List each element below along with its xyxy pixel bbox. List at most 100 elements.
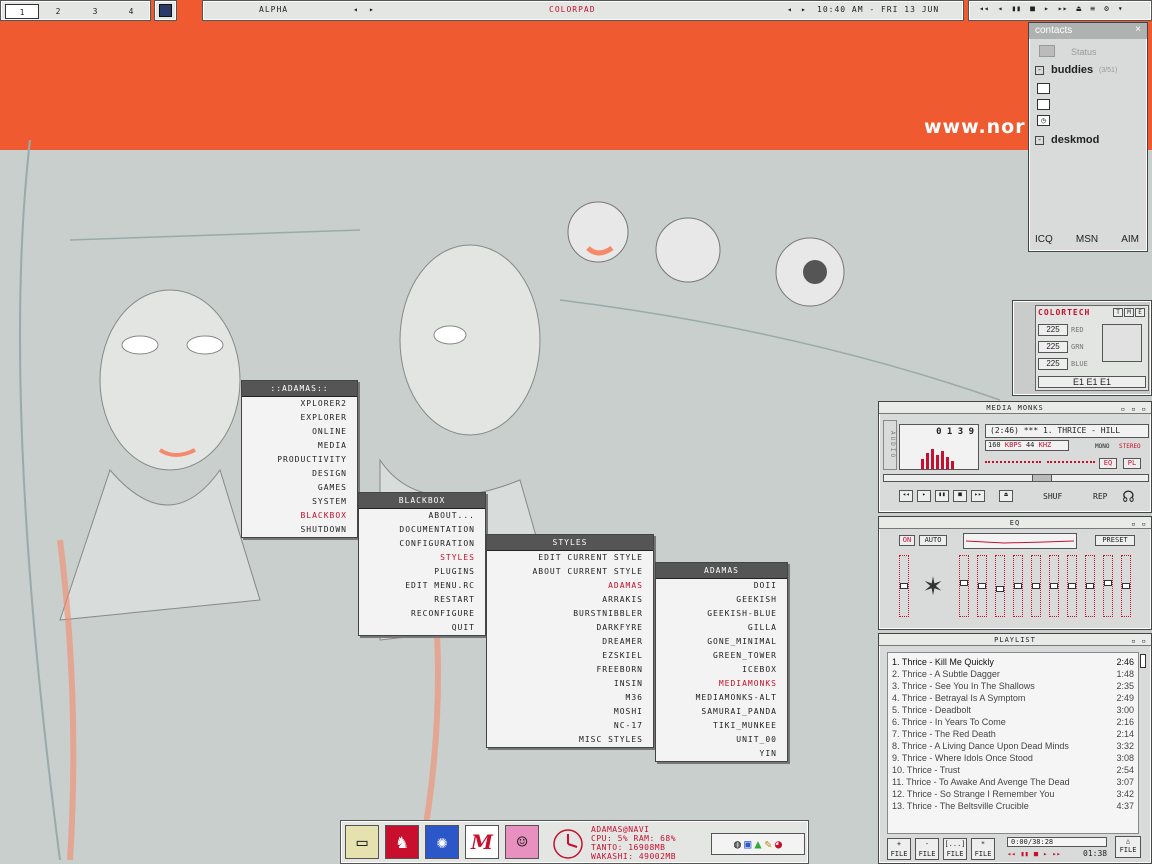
- playlist-file-button[interactable]: △ FILE: [1115, 836, 1141, 858]
- root-menu-item[interactable]: GAMES: [242, 481, 357, 495]
- shuffle-button[interactable]: SHUF: [1043, 492, 1062, 501]
- styles-menu-item[interactable]: NC-17: [487, 719, 653, 733]
- e-button[interactable]: E: [1135, 308, 1145, 317]
- playlist-scrollbar[interactable]: [1140, 654, 1146, 668]
- window-next-icon[interactable]: ▸: [801, 5, 806, 14]
- firebird-icon[interactable]: ✺: [425, 825, 459, 859]
- rewind-icon[interactable]: ◂◂: [979, 4, 989, 13]
- preamp-thumb[interactable]: [900, 583, 908, 589]
- window-prev-icon[interactable]: ◂: [787, 5, 792, 14]
- previous-icon[interactable]: ◂: [998, 4, 1003, 13]
- adamas-menu-item[interactable]: GREEN_TOWER: [656, 649, 787, 663]
- m-button[interactable]: M: [1124, 308, 1134, 317]
- styles-menu-item[interactable]: M36: [487, 691, 653, 705]
- stop-icon[interactable]: ■: [1034, 850, 1038, 858]
- root-menu-item[interactable]: SYSTEM: [242, 495, 357, 509]
- collapse-icon[interactable]: -: [1035, 136, 1044, 145]
- root-menu-item[interactable]: MEDIA: [242, 439, 357, 453]
- blackbox-menu-item[interactable]: RESTART: [359, 593, 485, 607]
- group-buddies[interactable]: buddies: [1051, 64, 1093, 76]
- adamas-menu-item[interactable]: GEEKISH: [656, 593, 787, 607]
- hex-value-field[interactable]: E1 E1 E1: [1038, 376, 1146, 388]
- adamas-menu-item[interactable]: YIN: [656, 747, 787, 761]
- group-deskmod[interactable]: deskmod: [1051, 134, 1099, 146]
- adamas-menu-item[interactable]: SAMURAI_PANDA: [656, 705, 787, 719]
- blackbox-menu-item[interactable]: DOCUMENTATION: [359, 523, 485, 537]
- styles-menu-item[interactable]: DARKFYRE: [487, 621, 653, 635]
- adamas-menu-item[interactable]: MEDIAMONKS-ALT: [656, 691, 787, 705]
- root-menu-item[interactable]: PRODUCTIVITY: [242, 453, 357, 467]
- playlist-row[interactable]: 2. Thrice - A Subtle Dagger 1:48: [892, 669, 1134, 681]
- blackbox-menu-item[interactable]: ABOUT...: [359, 509, 485, 523]
- play-icon[interactable]: ▸: [1043, 850, 1047, 858]
- playlist-row[interactable]: 4. Thrice - Betrayal Is A Symptom 2:49: [892, 693, 1134, 705]
- eq-band-slider[interactable]: [1085, 555, 1095, 617]
- seek-thumb[interactable]: [1032, 475, 1052, 481]
- t-button[interactable]: T: [1113, 308, 1123, 317]
- media-m-icon[interactable]: M: [465, 825, 499, 859]
- styles-menu-item[interactable]: BURSTNIBBLER: [487, 607, 653, 621]
- eq-toggle-button[interactable]: EQ: [1099, 458, 1117, 469]
- styles-menu-item[interactable]: FREEBORN: [487, 663, 653, 677]
- eq-band-slider[interactable]: [995, 555, 1005, 617]
- play-button[interactable]: ▸: [917, 490, 931, 502]
- root-menu-item[interactable]: ONLINE: [242, 425, 357, 439]
- blackbox-menu-item[interactable]: RECONFIGURE: [359, 607, 485, 621]
- styles-menu-item[interactable]: EZSKIEL: [487, 649, 653, 663]
- adamas-menu-item[interactable]: TIKI_MUNKEE: [656, 719, 787, 733]
- styles-menu-item[interactable]: ADAMAS: [487, 579, 653, 593]
- eq-band-slider[interactable]: [1049, 555, 1059, 617]
- adamas-menu-item[interactable]: GILLA: [656, 621, 787, 635]
- stop-button[interactable]: ■: [953, 490, 967, 502]
- pause-icon[interactable]: ▮▮: [1011, 4, 1021, 13]
- eq-band-slider[interactable]: [977, 555, 987, 617]
- contact-3-icon[interactable]: ◷: [1037, 115, 1050, 126]
- workspace-4[interactable]: 4: [114, 4, 148, 19]
- preamp-slider[interactable]: [899, 555, 909, 617]
- close-icon[interactable]: ×: [1135, 24, 1141, 35]
- adamas-menu-item[interactable]: GEEKISH-BLUE: [656, 607, 787, 621]
- color-wheel-icon[interactable]: ◕: [775, 837, 782, 851]
- playlist-row[interactable]: 7. Thrice - The Red Death 2:14: [892, 729, 1134, 741]
- root-menu-item[interactable]: SHUTDOWN: [242, 523, 357, 537]
- repeat-button[interactable]: REP: [1093, 492, 1107, 501]
- adamas-menu-item[interactable]: ICEBOX: [656, 663, 787, 677]
- system-tray-button[interactable]: [154, 0, 177, 21]
- menu-icon[interactable]: ▾: [1118, 4, 1123, 13]
- playlist-row[interactable]: 13. Thrice - The Beltsville Crucible 4:37: [892, 801, 1134, 813]
- eq-band-thumb[interactable]: [978, 583, 986, 589]
- red-value-input[interactable]: 225: [1038, 324, 1068, 336]
- adamas-menu-item[interactable]: MEDIAMONKS: [656, 677, 787, 691]
- disk-icon[interactable]: ◍: [734, 837, 741, 851]
- eq-band-thumb[interactable]: [960, 580, 968, 586]
- collapse-icon[interactable]: -: [1035, 66, 1044, 75]
- volume-slider[interactable]: [985, 461, 1041, 465]
- playlist-row[interactable]: 10. Thrice - Trust 2:54: [892, 765, 1134, 777]
- styles-menu-item[interactable]: DREAMER: [487, 635, 653, 649]
- root-menu-item[interactable]: EXPLORER: [242, 411, 357, 425]
- eq-band-thumb[interactable]: [1050, 583, 1058, 589]
- playlist-row[interactable]: 6. Thrice - In Years To Come 2:16: [892, 717, 1134, 729]
- eq-band-thumb[interactable]: [1068, 583, 1076, 589]
- folder-icon[interactable]: ▭: [345, 825, 379, 859]
- root-menu-item[interactable]: XPLORER2: [242, 397, 357, 411]
- prev-icon[interactable]: ◂◂: [1007, 850, 1015, 858]
- pause-icon[interactable]: ▮▮: [1020, 850, 1028, 858]
- blackbox-menu-item[interactable]: STYLES: [359, 551, 485, 565]
- playlist-row[interactable]: 1. Thrice - Kill Me Quickly 2:46: [892, 657, 1134, 669]
- eq-band-slider[interactable]: [1121, 555, 1131, 617]
- tool-icon[interactable]: ✎: [765, 837, 772, 851]
- next-button[interactable]: ▸▸: [971, 490, 985, 502]
- playlist-file-button[interactable]: - FILE: [915, 838, 939, 860]
- pause-button[interactable]: ▮▮: [935, 490, 949, 502]
- tab-icq[interactable]: ICQ: [1035, 234, 1053, 245]
- eq-preset-button[interactable]: PRESET: [1095, 535, 1135, 546]
- shuffle-icon[interactable]: ≡: [1090, 4, 1095, 13]
- playlist-row[interactable]: 11. Thrice - To Awake And Avenge The Dea…: [892, 777, 1134, 789]
- eq-band-slider[interactable]: [1103, 555, 1113, 617]
- eq-band-slider[interactable]: [1067, 555, 1077, 617]
- next-icon[interactable]: ▸▸: [1052, 850, 1060, 858]
- window-buttons[interactable]: ▫ ▫: [1131, 518, 1147, 530]
- window-buttons[interactable]: ▫ ▫: [1131, 635, 1147, 647]
- styles-menu-item[interactable]: ARRAKIS: [487, 593, 653, 607]
